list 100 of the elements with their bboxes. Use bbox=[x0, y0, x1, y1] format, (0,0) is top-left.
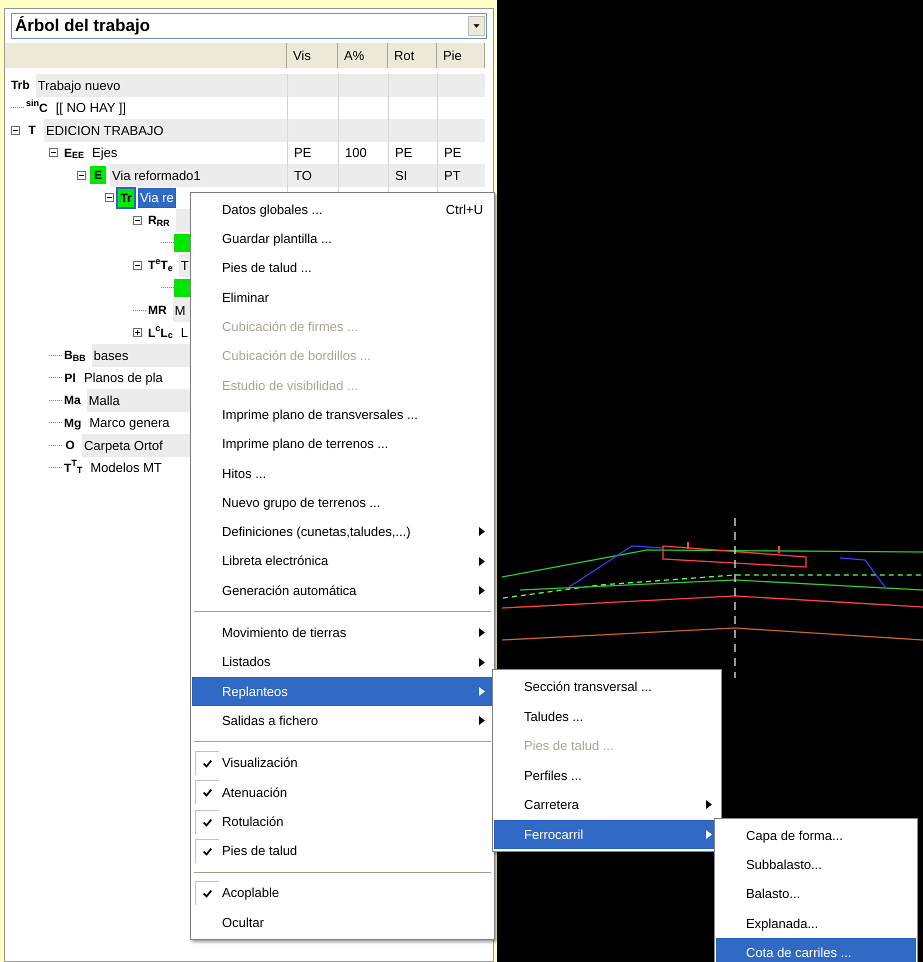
tree-item[interactable]: EDICION TRABAJO bbox=[44, 120, 166, 140]
menu-item[interactable]: Replanteos bbox=[192, 676, 493, 706]
menu-item[interactable]: Rotulación bbox=[192, 806, 493, 836]
submenu-arrow-icon bbox=[479, 658, 485, 667]
node-icon: T bbox=[24, 121, 40, 140]
submenu-arrow-icon bbox=[479, 716, 485, 726]
menu-item[interactable]: Explanada... bbox=[716, 908, 916, 938]
tree-item[interactable]: M bbox=[172, 300, 188, 320]
tree-item[interactable]: L bbox=[178, 323, 190, 342]
connector-line bbox=[49, 422, 62, 424]
menu-item[interactable]: Taludes ... bbox=[494, 702, 720, 731]
menu-item[interactable]: Eliminar bbox=[192, 282, 493, 312]
menu-item[interactable]: Perfiles ... bbox=[494, 760, 720, 790]
node-icon: T$^{e}$T$_{e}$ bbox=[146, 256, 175, 274]
submenu-arrow-icon bbox=[479, 628, 485, 638]
connector-line bbox=[49, 400, 62, 401]
collapse-icon[interactable] bbox=[105, 193, 114, 202]
collapse-icon[interactable] bbox=[133, 260, 142, 270]
tree-item[interactable]: Trabajo nuevo bbox=[36, 76, 122, 95]
node-icon: $^{sin}$C bbox=[24, 98, 50, 117]
tree-item[interactable]: Via reformado1 bbox=[110, 166, 203, 185]
node-icon: Mg bbox=[62, 414, 84, 432]
submenu-arrow-icon bbox=[479, 586, 485, 595]
column-header[interactable]: Pie bbox=[437, 43, 485, 68]
menu-item[interactable]: Ocultar bbox=[192, 908, 493, 938]
tree-item[interactable]: T bbox=[178, 256, 191, 275]
tree-item[interactable]: Planos de pla bbox=[82, 368, 165, 388]
menu-item[interactable]: Visualización bbox=[192, 748, 493, 778]
menu-item[interactable]: Atenuación bbox=[192, 778, 493, 807]
collapse-icon[interactable] bbox=[11, 126, 20, 135]
menu-item[interactable]: Nuevo grupo de terrenos ... bbox=[192, 488, 493, 518]
tree-item[interactable]: [[ NO HAY ]] bbox=[54, 98, 128, 118]
menu-item[interactable]: Cota de carriles ... bbox=[716, 938, 916, 962]
table-cell: TO bbox=[287, 164, 338, 186]
menu-item[interactable]: Subbalasto... bbox=[716, 850, 916, 880]
node-icon: Trb bbox=[9, 76, 32, 94]
menu-item[interactable]: Listados bbox=[192, 647, 493, 677]
menu-item[interactable]: Sección transversal ... bbox=[494, 672, 720, 702]
table-cell bbox=[388, 96, 437, 119]
shortcut-label: Ctrl+U bbox=[446, 200, 483, 219]
table-cell: PE bbox=[437, 142, 485, 164]
menu-item[interactable]: Pies de talud bbox=[192, 836, 493, 866]
table-cell bbox=[437, 74, 485, 96]
node-icon: Ma bbox=[62, 391, 83, 410]
connector-line bbox=[49, 467, 62, 468]
expand-icon[interactable] bbox=[133, 328, 142, 338]
node-icon: E bbox=[90, 166, 106, 184]
collapse-icon[interactable] bbox=[77, 170, 86, 180]
table-cell: 100 bbox=[338, 142, 388, 164]
table-cell bbox=[338, 119, 388, 142]
connector-line bbox=[49, 354, 62, 356]
submenu-arrow-icon bbox=[479, 686, 485, 696]
connector-line bbox=[49, 377, 62, 378]
menu-item[interactable]: Generación automática bbox=[192, 576, 493, 606]
connector-line bbox=[11, 107, 24, 108]
panel-title: Árbol del trabajo bbox=[14, 15, 152, 38]
menu-item[interactable]: Acoplable bbox=[192, 878, 493, 908]
menu-item[interactable]: Guardar plantilla ... bbox=[192, 224, 493, 254]
menu-item[interactable]: Imprime plano de terrenos ... bbox=[192, 429, 493, 459]
menu-item[interactable]: Pies de talud ... bbox=[192, 254, 493, 283]
menu-item[interactable]: Datos globales ... Ctrl+U bbox=[192, 195, 493, 224]
tree-item[interactable]: Carpeta Ortof bbox=[82, 436, 165, 455]
menu-item[interactable]: Definiciones (cunetas,taludes,...) bbox=[192, 517, 493, 547]
submenu-arrow-icon bbox=[479, 556, 485, 566]
submenu-arrow-icon bbox=[479, 527, 485, 536]
menu-item[interactable]: Hitos ... bbox=[192, 458, 493, 488]
menu-item[interactable]: Imprime plano de transversales ... bbox=[192, 400, 493, 430]
connector-line bbox=[133, 310, 146, 311]
node-icon: Tr bbox=[118, 188, 134, 207]
table-cell: PE bbox=[388, 142, 437, 164]
column-header[interactable]: Vis bbox=[287, 43, 338, 68]
table-cell bbox=[437, 119, 485, 142]
tree-item[interactable]: bases bbox=[92, 346, 130, 365]
tree-item[interactable]: Marco genera bbox=[87, 413, 172, 432]
tree-item[interactable]: Modelos MT bbox=[88, 458, 164, 478]
menu-item[interactable]: Balasto... bbox=[716, 880, 916, 909]
collapse-icon[interactable] bbox=[49, 148, 58, 158]
table-cell bbox=[388, 119, 437, 142]
menu-item[interactable]: Salidas a fichero bbox=[192, 706, 493, 736]
node-icon: Pl bbox=[62, 368, 78, 387]
menu-item[interactable]: Movimiento de tierras bbox=[192, 618, 493, 648]
tree-item[interactable]: Malla bbox=[86, 390, 122, 410]
connector-line bbox=[49, 444, 62, 446]
tree-item[interactable]: Via re bbox=[138, 188, 176, 208]
table-cell: PE bbox=[287, 142, 338, 164]
table-cell bbox=[437, 96, 485, 119]
table-cell bbox=[338, 74, 388, 96]
submenu-arrow-icon bbox=[706, 800, 712, 810]
collapse-icon[interactable] bbox=[133, 216, 142, 225]
node-icon: O bbox=[62, 436, 78, 454]
table-cell: SI bbox=[388, 164, 437, 186]
column-header[interactable]: A% bbox=[338, 43, 388, 68]
node-icon: L$^{c}$L$_{c}$ bbox=[146, 324, 175, 342]
menu-item[interactable]: Libreta electrónica bbox=[192, 546, 493, 576]
column-header[interactable]: Rot bbox=[388, 43, 437, 68]
tree-item[interactable]: Ejes bbox=[90, 143, 120, 162]
menu-item[interactable]: Carretera bbox=[494, 790, 720, 820]
node-icon: MR bbox=[146, 301, 169, 320]
table-cell bbox=[338, 96, 388, 119]
submenu-arrow-icon bbox=[706, 830, 712, 839]
